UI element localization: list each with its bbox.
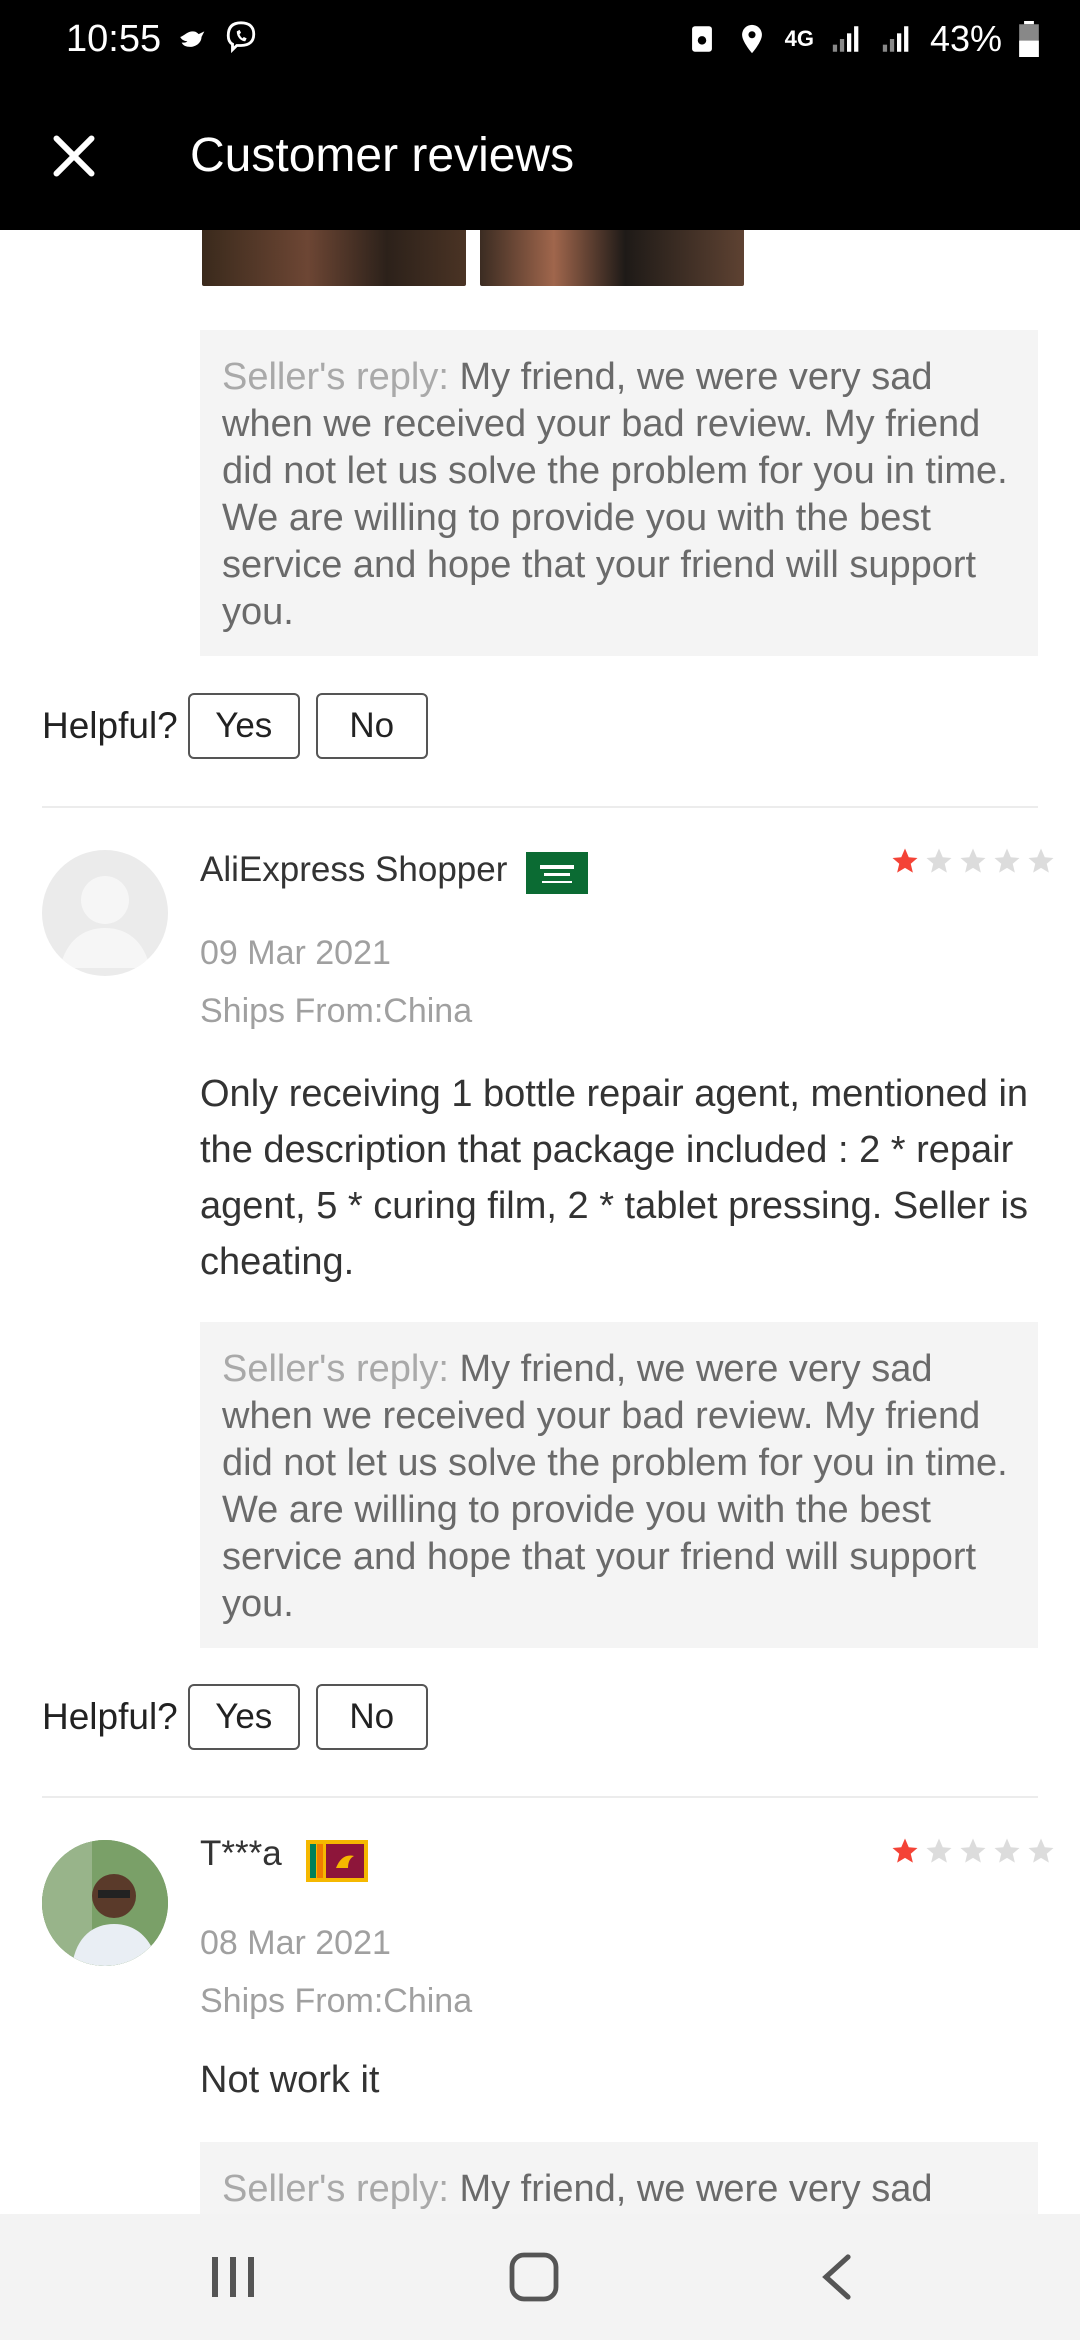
viber-icon <box>226 21 256 54</box>
seller-reply-prefix: Seller's reply: <box>222 356 449 398</box>
avatar <box>42 850 168 976</box>
page-title: Customer reviews <box>190 129 575 182</box>
back-icon[interactable] <box>808 2252 868 2302</box>
bird-notification-icon <box>180 31 205 47</box>
star-filled-icon <box>892 1838 918 1863</box>
ships-from: Ships From:China <box>200 1982 473 2020</box>
rating-stars <box>890 846 1056 876</box>
network-type-label: 4G <box>784 26 814 51</box>
rating-stars <box>890 1836 1056 1866</box>
system-nav-bar <box>0 2214 1080 2340</box>
helpful-row: Helpful? Yes No <box>42 693 444 759</box>
helpful-row: Helpful? Yes No <box>42 1684 444 1750</box>
star-empty-icon <box>960 848 986 873</box>
divider <box>42 1796 1038 1798</box>
review-date: 08 Mar 2021 <box>200 1924 391 1962</box>
app-bar: Customer reviews <box>0 84 1080 230</box>
recent-apps-icon[interactable] <box>204 2252 264 2302</box>
review-photo[interactable] <box>480 230 744 286</box>
review-photo[interactable] <box>202 230 466 286</box>
avatar <box>42 1840 168 1966</box>
star-empty-icon <box>1028 1838 1054 1863</box>
default-avatar-icon <box>60 876 150 968</box>
star-filled-icon <box>892 848 918 873</box>
seller-reply-text: My friend, we were very sad <box>448 2168 933 2210</box>
reviewer-name: T***a <box>200 1834 282 1873</box>
helpful-no-button[interactable]: No <box>315 1684 428 1750</box>
reviews-list[interactable]: Seller's reply: My friend, we were very … <box>0 230 1080 2214</box>
signal-icon-2 <box>882 26 909 52</box>
signal-icon <box>832 26 859 52</box>
helpful-yes-button[interactable]: Yes <box>187 693 300 759</box>
ships-from: Ships From:China <box>200 992 473 1030</box>
saudi-arabia-flag-icon <box>526 852 588 894</box>
home-icon[interactable] <box>506 2252 566 2302</box>
seller-reply: Seller's reply: My friend, we were very … <box>200 2142 1038 2214</box>
review-photos <box>202 230 744 286</box>
status-bar: 10:55 4G 43% <box>0 0 1080 84</box>
reviewer-name: AliExpress Shopper <box>200 850 508 889</box>
seller-reply: Seller's reply: My friend, we were very … <box>200 330 1038 656</box>
star-empty-icon <box>926 848 952 873</box>
star-empty-icon <box>1028 848 1054 873</box>
sri-lanka-flag-icon <box>306 1840 368 1882</box>
battery-percent: 43% <box>929 18 1002 59</box>
review-date: 09 Mar 2021 <box>200 934 391 972</box>
helpful-no-button[interactable]: No <box>315 693 428 759</box>
seller-reply-prefix: Seller's reply: <box>222 1348 449 1390</box>
helpful-yes-button[interactable]: Yes <box>187 1684 300 1750</box>
location-icon <box>741 24 762 54</box>
star-empty-icon <box>960 1838 986 1863</box>
helpful-label: Helpful? <box>42 705 178 746</box>
star-empty-icon <box>994 1838 1020 1863</box>
battery-icon <box>1019 21 1039 57</box>
seller-reply: Seller's reply: My friend, we were very … <box>200 1322 1038 1648</box>
star-empty-icon <box>994 848 1020 873</box>
lock-icon <box>691 26 712 52</box>
divider <box>42 806 1038 808</box>
status-time: 10:55 <box>66 18 162 60</box>
helpful-label: Helpful? <box>42 1696 178 1737</box>
close-icon[interactable] <box>44 126 104 186</box>
seller-reply-prefix: Seller's reply: <box>222 2168 449 2210</box>
review-text: Not work it <box>200 2059 380 2101</box>
user-photo-icon <box>42 1840 168 1966</box>
review-text: Only receiving 1 bottle repair agent, me… <box>200 1073 1029 1283</box>
star-empty-icon <box>926 1838 952 1863</box>
